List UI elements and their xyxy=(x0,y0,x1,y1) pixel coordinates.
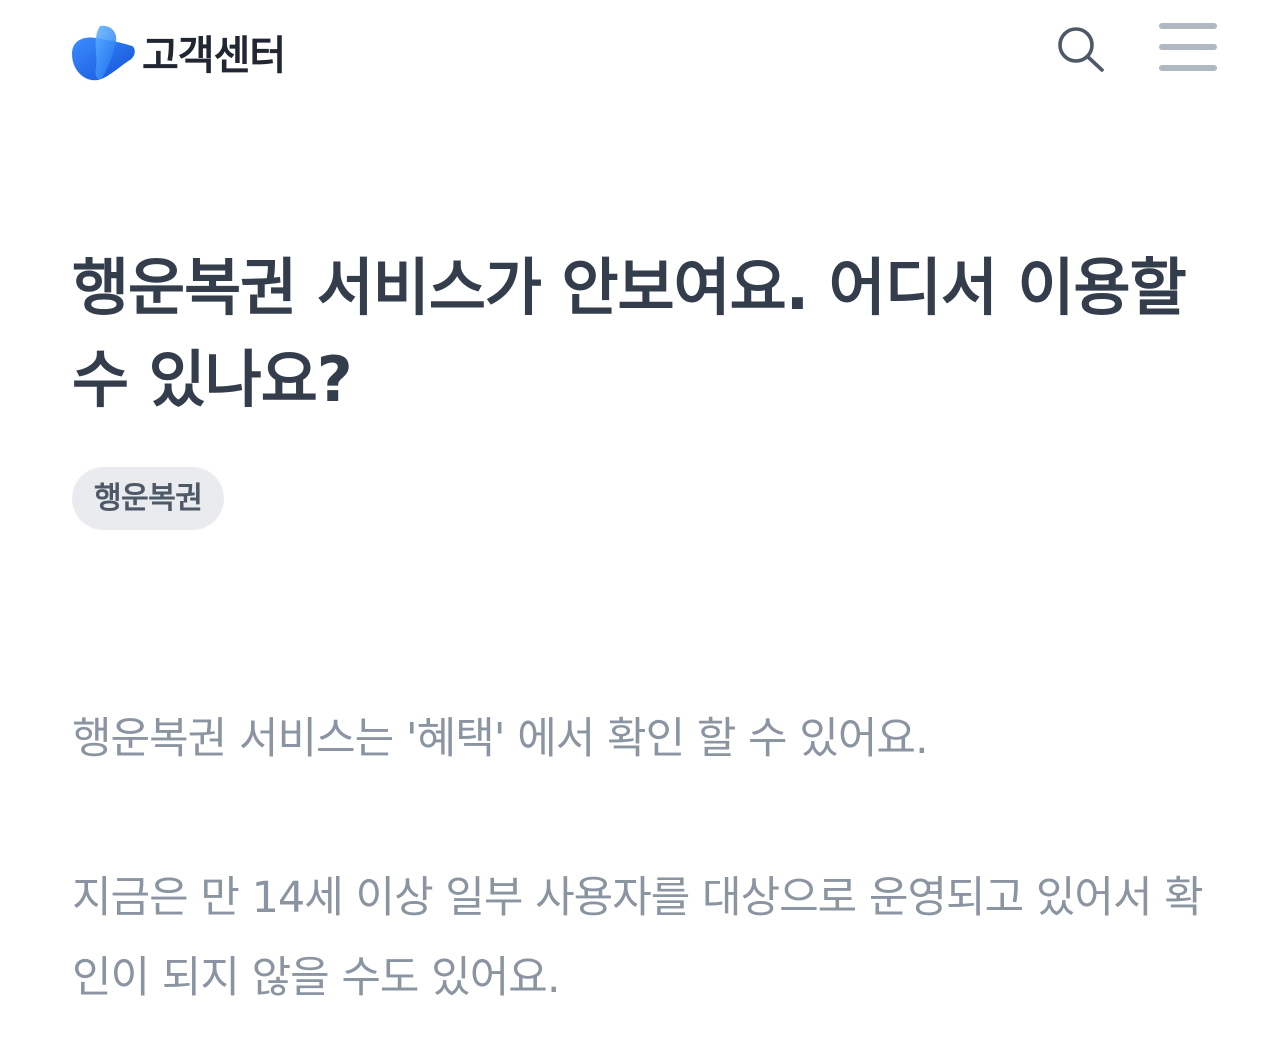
menu-button[interactable] xyxy=(1156,18,1220,76)
article-paragraph: 지금은 만 14세 이상 일부 사용자를 대상으로 운영되고 있어서 확인이 되… xyxy=(72,873,1204,1003)
app-header: 고객센터 xyxy=(0,0,1284,104)
category-tag[interactable]: 행운복권 xyxy=(72,467,225,530)
search-icon xyxy=(1058,27,1104,72)
brand-name: 고객센터 xyxy=(142,33,286,79)
search-button[interactable] xyxy=(1050,20,1110,76)
article-title: 행운복권 서비스가 안보여요. 어디서 이용할 수 있나요? xyxy=(72,251,1187,416)
brand-home-link[interactable]: 고객센터 xyxy=(70,20,286,84)
hamburger-menu-icon xyxy=(1159,23,1217,71)
article-paragraph: 행운복권 서비스는 '혜택' 에서 확인 할 수 있어요. xyxy=(72,714,929,764)
toss-logo-icon xyxy=(72,25,135,81)
